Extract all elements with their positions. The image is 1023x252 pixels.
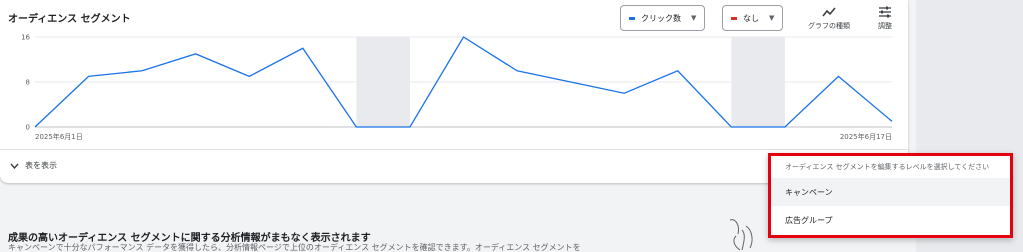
metric-color-swatch [731,16,737,20]
adjust-label: 調整 [878,22,892,30]
metric-select-secondary[interactable]: なし ▼ [722,5,784,31]
x-axis-start-label: 2025年6月1日 [35,132,83,141]
metric-color-swatch [629,16,635,20]
caret-down-icon: ▼ [691,14,697,22]
option-ad-group[interactable]: 広告グループ [771,206,1010,234]
clicks-line-chart: 0 8 16 2025年6月1日 2025年6月17日 [21,34,893,141]
plant-illustration [729,219,753,251]
chevron-down-icon [10,163,19,169]
metric-select-primary[interactable]: クリック数 ▼ [620,5,706,31]
y-tick-label: 8 [26,79,30,87]
shaded-day [356,37,410,127]
segment-level-dropdown: オーディエンス セグメントを編集するレベルを選択してください キャンペーン 広告… [768,153,1013,238]
tune-icon [879,6,891,18]
trend-line-icon [822,7,836,17]
chart-type-label: グラフの種類 [808,22,850,30]
metric-label: クリック数 [641,13,681,23]
divider [0,149,908,150]
show-table-label: 表を表示 [25,161,57,170]
insights-promo-body: キャンペーンで十分なパフォーマンス データを獲得したら、分析情報ページで上位のオ… [8,243,581,252]
chart-y-ticks: 0 8 16 [21,34,30,132]
metric-label: なし [743,13,759,23]
option-campaign[interactable]: キャンペーン [771,178,1010,206]
y-tick-label: 16 [21,34,30,42]
x-axis-end-label: 2025年6月17日 [840,132,892,141]
y-tick-label: 0 [26,124,30,132]
card-title: オーディエンス セグメント [8,14,131,25]
adjust-button[interactable]: 調整 [878,6,892,31]
chart-type-button[interactable]: グラフの種類 [808,6,850,31]
show-table-toggle[interactable]: 表を表示 [10,160,57,171]
caret-down-icon: ▼ [769,14,775,22]
dropdown-hint: オーディエンス セグメントを編集するレベルを選択してください [785,163,990,171]
shaded-day [731,37,785,127]
